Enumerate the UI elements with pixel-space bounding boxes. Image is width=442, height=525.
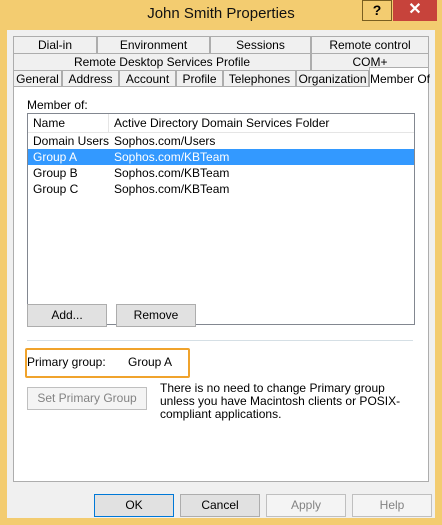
ok-button[interactable]: OK: [94, 494, 174, 517]
title-bar[interactable]: John Smith Properties ? ✕: [0, 0, 442, 28]
column-divider[interactable]: [108, 114, 109, 132]
list-item[interactable]: Domain Users Sophos.com/Users: [28, 133, 414, 149]
group-name: Domain Users: [33, 134, 110, 148]
tab-general[interactable]: General: [13, 70, 62, 87]
member-of-label: Member of:: [27, 98, 88, 112]
tab-address[interactable]: Address: [62, 70, 119, 87]
primary-group-value: Group A: [128, 355, 173, 369]
group-name: Group B: [33, 166, 78, 180]
column-header-folder[interactable]: Active Directory Domain Services Folder: [114, 116, 329, 130]
group-folder: Sophos.com/Users: [114, 134, 216, 148]
help-button[interactable]: Help: [352, 494, 432, 517]
list-item[interactable]: Group B Sophos.com/KBTeam: [28, 165, 414, 181]
tab-sessions[interactable]: Sessions: [210, 36, 311, 53]
close-button[interactable]: ✕: [393, 0, 437, 21]
tab-remote-desktop-services-profile[interactable]: Remote Desktop Services Profile: [13, 53, 311, 70]
dialog-client-area: Dial-in Environment Sessions Remote cont…: [7, 30, 435, 518]
column-header-name[interactable]: Name: [33, 116, 65, 130]
tab-remote-control[interactable]: Remote control: [311, 36, 429, 53]
list-item[interactable]: Group C Sophos.com/KBTeam: [28, 181, 414, 197]
member-of-list[interactable]: Name Active Directory Domain Services Fo…: [27, 113, 415, 325]
tab-account[interactable]: Account: [119, 70, 176, 87]
tab-profile[interactable]: Profile: [176, 70, 223, 87]
tab-row-1: Dial-in Environment Sessions Remote cont…: [13, 36, 429, 53]
list-item-selected[interactable]: Group A Sophos.com/KBTeam: [28, 149, 414, 165]
properties-window: John Smith Properties ? ✕ Dial-in Enviro…: [0, 0, 442, 525]
primary-group-label: Primary group:: [27, 355, 106, 369]
tab-organization[interactable]: Organization: [296, 70, 369, 87]
tab-member-of[interactable]: Member Of: [369, 67, 430, 87]
primary-group-note: There is no need to change Primary group…: [160, 381, 401, 421]
tab-dial-in[interactable]: Dial-in: [13, 36, 97, 53]
list-header: Name Active Directory Domain Services Fo…: [28, 114, 414, 133]
group-folder: Sophos.com/KBTeam: [114, 182, 230, 196]
tab-environment[interactable]: Environment: [97, 36, 210, 53]
set-primary-group-button[interactable]: Set Primary Group: [27, 387, 147, 410]
remove-button[interactable]: Remove: [116, 304, 196, 327]
tab-row-3: General Address Account Profile Telephon…: [13, 67, 430, 87]
group-name: Group A: [33, 150, 78, 164]
cancel-button[interactable]: Cancel: [180, 494, 260, 517]
group-folder: Sophos.com/KBTeam: [114, 166, 230, 180]
tab-telephones[interactable]: Telephones: [223, 70, 296, 87]
apply-button[interactable]: Apply: [266, 494, 346, 517]
group-folder: Sophos.com/KBTeam: [114, 150, 230, 164]
separator-line: [27, 340, 413, 341]
add-button[interactable]: Add...: [27, 304, 107, 327]
help-title-button[interactable]: ?: [362, 0, 392, 21]
group-name: Group C: [33, 182, 79, 196]
tab-row-2: Remote Desktop Services Profile COM+: [13, 53, 429, 70]
